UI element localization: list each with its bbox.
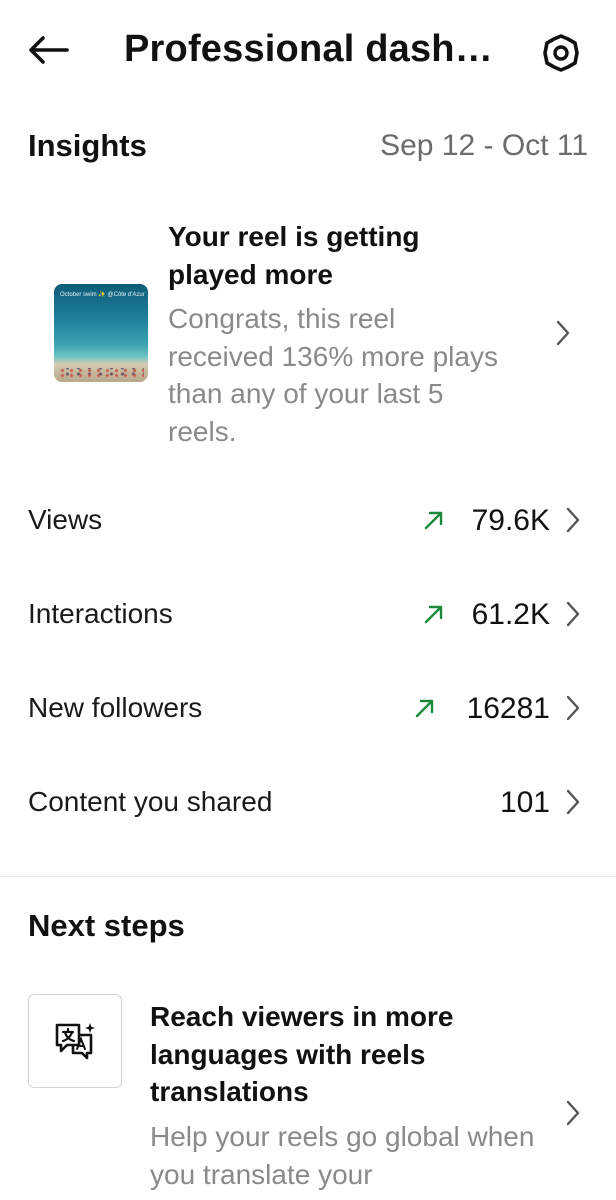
metric-row-views[interactable]: Views 79.6K [0,474,616,564]
metric-value: 79.6K [471,504,550,537]
metric-label: Views [28,504,103,535]
next-steps-title: Next steps [28,908,185,943]
next-step-chevron-right-icon [563,1098,583,1128]
trend-up-icon [415,699,434,718]
metric-label: Content you shared [28,786,273,817]
metric-row-interactions[interactable]: Interactions 61.2K [0,568,616,658]
gear-icon [543,34,579,72]
metric-row-content-shared[interactable]: Content you shared 101 [0,756,616,846]
metric-label: New followers [28,692,203,723]
metric-value: 16281 [466,692,550,725]
reel-thumbnail[interactable]: October swim ✨ @Côte d'Azur [54,284,148,382]
back-button[interactable] [24,26,72,74]
thumbnail-caption: October swim ✨ @Côte d'Azur [60,292,145,298]
top-bar: Professional dash… [0,0,616,100]
beach-figures [58,368,144,378]
section-divider [0,876,616,877]
metric-value: 61.2K [471,598,550,631]
arrow-left-icon [29,36,69,64]
highlight-body: Congrats, this reel received 136% more p… [168,303,498,447]
date-range[interactable]: Sep 12 - Oct 11 [380,129,588,163]
chevron-right-icon [563,787,583,817]
insights-header: Insights Sep 12 - Oct 11 [28,128,588,164]
metric-value: 101 [499,786,550,819]
translate-icon-tile[interactable] [28,994,122,1088]
highlight-title: Your reel is getting played more [168,221,420,290]
page-title: Professional dash… [124,28,493,70]
chevron-right-icon [563,505,583,535]
highlight-chevron-right-icon [553,318,573,348]
trend-up-icon [424,511,443,530]
next-step-body: Help your reels go global when you trans… [150,1121,535,1190]
insights-title: Insights [28,128,147,163]
metric-label: Interactions [28,598,173,629]
chevron-right-icon [563,599,583,629]
settings-button[interactable] [536,28,586,78]
next-step-title[interactable]: Reach viewers in more languages with ree… [150,998,550,1111]
metric-row-new-followers[interactable]: New followers 16281 [0,662,616,752]
chevron-right-icon [563,693,583,723]
trend-up-icon [424,605,443,624]
translate-icon [55,1023,95,1060]
